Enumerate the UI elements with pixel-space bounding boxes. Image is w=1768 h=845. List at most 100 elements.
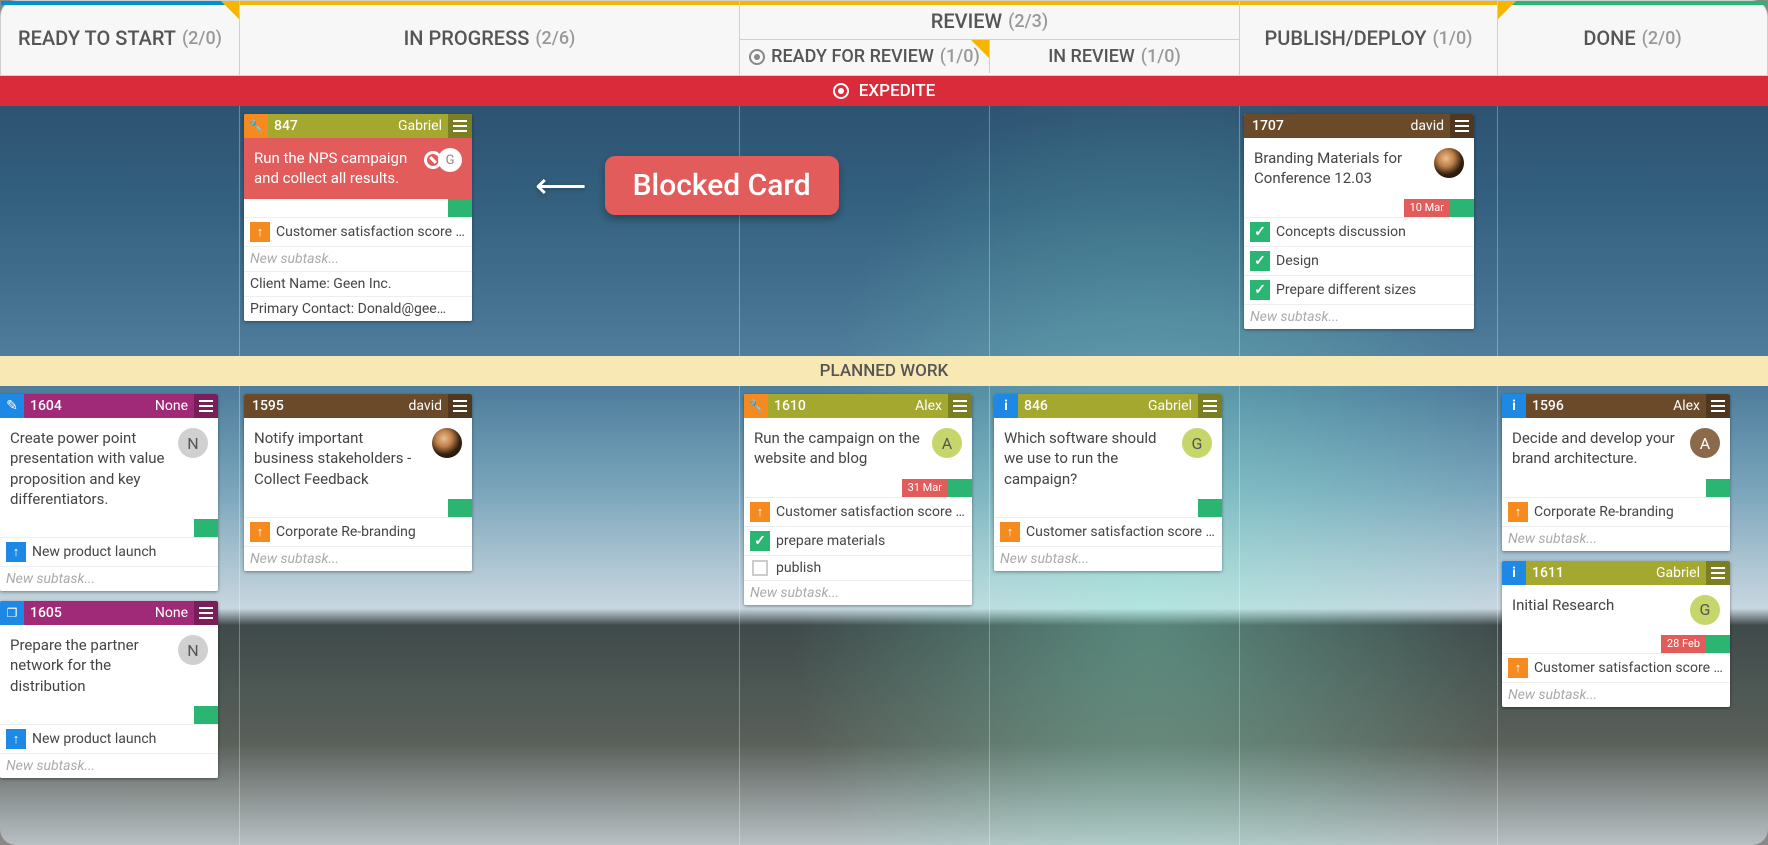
swimlane-expedite-header[interactable]: EXPEDITE	[0, 76, 1768, 106]
column-review[interactable]: REVIEW (2/3) READY FOR REVIEW (1/0) IN R…	[740, 0, 1240, 76]
blocked-indicator: G	[424, 148, 462, 172]
card-menu-button[interactable]	[194, 601, 218, 625]
card-title: Create power point presentation with val…	[10, 428, 170, 509]
new-subtask-input[interactable]: New subtask...	[744, 580, 972, 605]
column-ready-to-start[interactable]: READY TO START (2/0)	[0, 0, 240, 76]
wip-counter: (2/6)	[535, 28, 575, 49]
new-subtask-input[interactable]: New subtask...	[1502, 682, 1730, 707]
annotation-blocked-card: ⟵ Blocked Card	[535, 156, 839, 215]
parent-link-icon	[6, 542, 26, 562]
new-subtask-input[interactable]: New subtask...	[1502, 526, 1730, 551]
card-id: 1611	[1526, 565, 1656, 581]
card-id: 1605	[24, 605, 155, 621]
subtask-done-icon[interactable]	[750, 531, 770, 551]
parent-link-icon	[1508, 502, 1528, 522]
card-id: 846	[1018, 398, 1148, 414]
assignee-avatar[interactable]: G	[1690, 595, 1720, 625]
col-title: DONE	[1583, 26, 1635, 50]
card-type-icon	[0, 394, 24, 418]
card-847[interactable]: 847 Gabriel Run the NPS campaign and col…	[244, 114, 472, 321]
subcolumn-ready-for-review[interactable]: READY FOR REVIEW (1/0)	[740, 40, 990, 73]
new-subtask-input[interactable]: New subtask...	[0, 753, 218, 778]
assignee-avatar[interactable]: A	[932, 428, 962, 458]
annotation-label: Blocked Card	[605, 156, 839, 215]
assignee-avatar[interactable]	[1434, 148, 1464, 178]
swimlane-expedite: 847 Gabriel Run the NPS campaign and col…	[0, 106, 1768, 356]
card-id: 1596	[1526, 398, 1673, 414]
subtask-label[interactable]: Prepare different sizes	[1276, 282, 1416, 298]
card-menu-button[interactable]	[194, 394, 218, 418]
assignee-avatar[interactable]: N	[178, 428, 208, 458]
card-1596[interactable]: 1596 Alex Decide and develop your brand …	[1502, 394, 1730, 551]
expedite-icon	[833, 83, 849, 99]
card-type-icon	[244, 114, 268, 138]
card-title: Decide and develop your brand architectu…	[1512, 428, 1682, 469]
card-menu-button[interactable]	[1706, 561, 1730, 585]
assignee-avatar[interactable]: N	[178, 635, 208, 665]
subtask-label[interactable]: publish	[776, 560, 821, 576]
new-subtask-input[interactable]: New subtask...	[244, 246, 472, 271]
parent-name[interactable]: Corporate Re-branding	[276, 524, 416, 540]
column-in-progress[interactable]: IN PROGRESS (2/6)	[240, 0, 740, 76]
column-publish-deploy[interactable]: PUBLISH/DEPLOY (1/0)	[1240, 0, 1498, 76]
card-menu-button[interactable]	[1450, 114, 1474, 138]
card-1605[interactable]: 1605 None Prepare the partner network fo…	[0, 601, 218, 778]
card-assignee: Gabriel	[398, 118, 448, 134]
card-color-tag	[948, 479, 972, 497]
parent-name[interactable]: New product launch	[32, 544, 156, 560]
column-done[interactable]: DONE (2/0)	[1498, 0, 1768, 76]
subtask-todo-icon[interactable]	[752, 560, 768, 576]
subtask-label[interactable]: Design	[1276, 253, 1319, 269]
due-date-tag: 10 Mar	[1404, 199, 1450, 217]
col-title: READY TO START	[18, 26, 176, 50]
card-1595[interactable]: 1595 david Notify important business sta…	[244, 394, 472, 571]
assignee-avatar[interactable]	[432, 428, 462, 458]
parent-name[interactable]: New product launch	[32, 731, 156, 747]
parent-name[interactable]: Customer satisfaction score c…	[276, 224, 466, 240]
card-1611[interactable]: 1611 Gabriel Initial Research G 28 Feb C…	[1502, 561, 1730, 707]
new-subtask-input[interactable]: New subtask...	[1244, 304, 1474, 329]
card-id: 1595	[244, 398, 409, 414]
col-title: REVIEW	[931, 9, 1002, 33]
card-1604[interactable]: 1604 None Create power point presentatio…	[0, 394, 218, 591]
card-menu-button[interactable]	[448, 394, 472, 418]
parent-name[interactable]: Corporate Re-branding	[1534, 504, 1674, 520]
new-subtask-input[interactable]: New subtask...	[994, 546, 1222, 571]
card-color-tag	[448, 199, 472, 217]
parent-name[interactable]: Customer satisfaction score c…	[776, 504, 966, 520]
subtask-done-icon[interactable]	[1250, 251, 1270, 271]
card-assignee: None	[155, 398, 194, 414]
card-title: Notify important business stakeholders -…	[254, 428, 424, 489]
card-1610[interactable]: 1610 Alex Run the campaign on the websit…	[744, 394, 972, 605]
card-type-icon	[994, 394, 1018, 418]
card-assignee: Alex	[915, 398, 948, 414]
card-title: Run the NPS campaign and collect all res…	[254, 148, 416, 189]
board-columns-header: READY TO START (2/0) IN PROGRESS (2/6) R…	[0, 0, 1768, 76]
card-field-client: Client Name: Geen Inc.	[244, 271, 472, 296]
card-menu-button[interactable]	[1198, 394, 1222, 418]
new-subtask-input[interactable]: New subtask...	[0, 566, 218, 591]
subtask-done-icon[interactable]	[1250, 222, 1270, 242]
card-menu-button[interactable]	[448, 114, 472, 138]
card-1707[interactable]: 1707 david Branding Materials for Confer…	[1244, 114, 1474, 329]
card-menu-button[interactable]	[1706, 394, 1730, 418]
card-color-tag	[1706, 479, 1730, 497]
parent-link-icon	[750, 502, 770, 522]
parent-name[interactable]: Customer satisfaction score c…	[1026, 524, 1216, 540]
subcolumn-in-review[interactable]: IN REVIEW (1/0)	[990, 40, 1239, 73]
card-846[interactable]: 846 Gabriel Which software should we use…	[994, 394, 1222, 571]
card-id: 1610	[768, 398, 915, 414]
swimlane-planned-header[interactable]: PLANNED WORK	[0, 356, 1768, 386]
subtask-label[interactable]: prepare materials	[776, 533, 885, 549]
assignee-avatar[interactable]: G	[1182, 428, 1212, 458]
card-assignee: david	[1411, 118, 1451, 134]
subtask-done-icon[interactable]	[1250, 280, 1270, 300]
card-color-tag	[448, 499, 472, 517]
parent-name[interactable]: Customer satisfaction score c…	[1534, 660, 1724, 676]
new-subtask-input[interactable]: New subtask...	[244, 546, 472, 571]
assignee-avatar[interactable]: A	[1690, 428, 1720, 458]
card-menu-button[interactable]	[948, 394, 972, 418]
subtask-label[interactable]: Concepts discussion	[1276, 224, 1406, 240]
card-title: Prepare the partner network for the dist…	[10, 635, 170, 696]
wip-counter: (2/0)	[182, 28, 222, 49]
